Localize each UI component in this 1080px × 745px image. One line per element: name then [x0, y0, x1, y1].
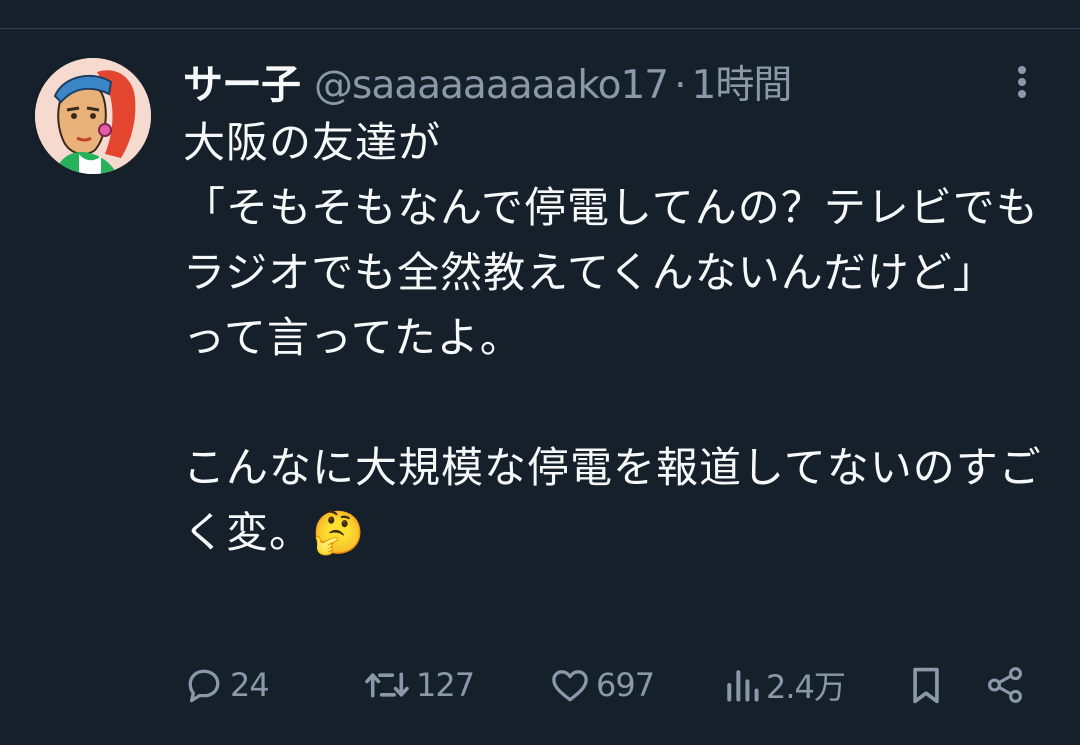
like-button[interactable]: 697	[548, 660, 655, 710]
tweet[interactable]: サー子 @saaaaaaaaako17 · 1時間 大阪の友達が 「そもそもなん…	[183, 52, 1043, 565]
display-name[interactable]: サー子	[183, 52, 301, 110]
bar-chart-icon	[727, 670, 759, 702]
avatar[interactable]	[35, 58, 151, 174]
bookmark-button[interactable]	[906, 660, 946, 710]
user-handle[interactable]: @saaaaaaaaako17	[314, 63, 669, 108]
speech-bubble-icon	[188, 669, 220, 703]
tweet-header: サー子 @saaaaaaaaako17 · 1時間	[183, 52, 1043, 108]
views-button[interactable]: 2.4万	[722, 660, 846, 710]
retweet-count: 127	[416, 666, 475, 704]
bookmark-icon	[913, 667, 939, 704]
like-count: 697	[596, 666, 655, 704]
heart-icon	[552, 670, 588, 702]
reply-count: 24	[230, 666, 270, 704]
retweet-button[interactable]: 127	[362, 660, 475, 710]
separator-dot: ·	[674, 63, 686, 108]
top-divider	[0, 28, 1080, 29]
share-button[interactable]	[984, 660, 1026, 710]
tweet-text: 大阪の友達が 「そもそもなんで停電してんの？テレビでもラジオでも全然教えてくんな…	[183, 118, 1042, 557]
timestamp[interactable]: 1時間	[692, 54, 793, 110]
view-count: 2.4万	[766, 668, 846, 706]
reply-button[interactable]: 24	[182, 660, 270, 710]
action-bar: 24 127 697 2.4万	[0, 660, 1080, 710]
avatar-illustration	[35, 58, 151, 174]
share-icon	[988, 667, 1022, 703]
retweet-icon	[365, 672, 409, 698]
